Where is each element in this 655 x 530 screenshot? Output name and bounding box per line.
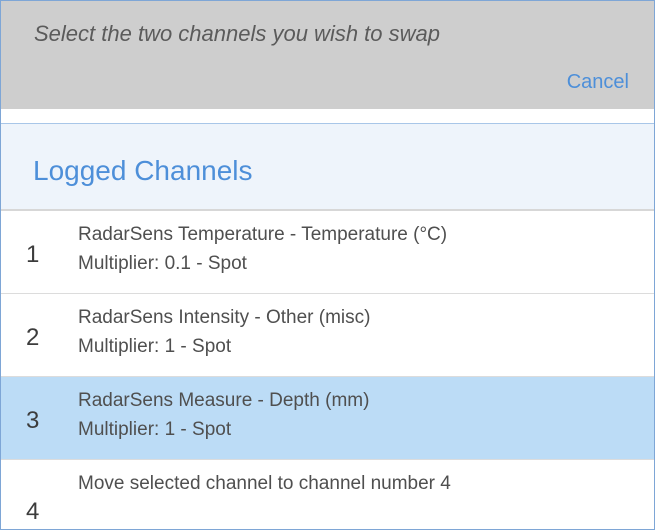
instruction-text: Select the two channels you wish to swap (34, 21, 441, 46)
swap-channels-dialog: Select the two channels you wish to swap… (0, 0, 655, 530)
channel-row-3[interactable]: 3 RadarSens Measure - Depth (mm) Multipl… (1, 377, 654, 460)
header-spacer (1, 109, 654, 123)
channel-name: RadarSens Measure - Depth (mm) (78, 390, 370, 411)
channel-name: RadarSens Intensity - Other (misc) (78, 307, 371, 328)
channel-list: 1 RadarSens Temperature - Temperature (°… (1, 211, 654, 529)
channel-detail: Multiplier: 1 - Spot (78, 419, 232, 440)
channel-number: 1 (26, 241, 40, 268)
section-header: Logged Channels (1, 124, 654, 209)
channel-number: 2 (26, 324, 40, 351)
channel-detail: Multiplier: 0.1 - Spot (78, 253, 247, 274)
channel-row-1[interactable]: 1 RadarSens Temperature - Temperature (°… (1, 211, 654, 294)
channel-number: 4 (26, 498, 40, 525)
channel-detail: Multiplier: 1 - Spot (78, 336, 232, 357)
dialog-header: Select the two channels you wish to swap… (1, 1, 654, 109)
channel-name: RadarSens Temperature - Temperature (°C) (78, 224, 448, 245)
section-title: Logged Channels (33, 155, 253, 186)
channel-row-2[interactable]: 2 RadarSens Intensity - Other (misc) Mul… (1, 294, 654, 377)
move-option-text: Move selected channel to channel number … (78, 473, 451, 494)
move-to-channel-row[interactable]: 4 Move selected channel to channel numbe… (1, 460, 654, 529)
cancel-button[interactable]: Cancel (567, 71, 629, 94)
channel-number: 3 (26, 407, 40, 434)
